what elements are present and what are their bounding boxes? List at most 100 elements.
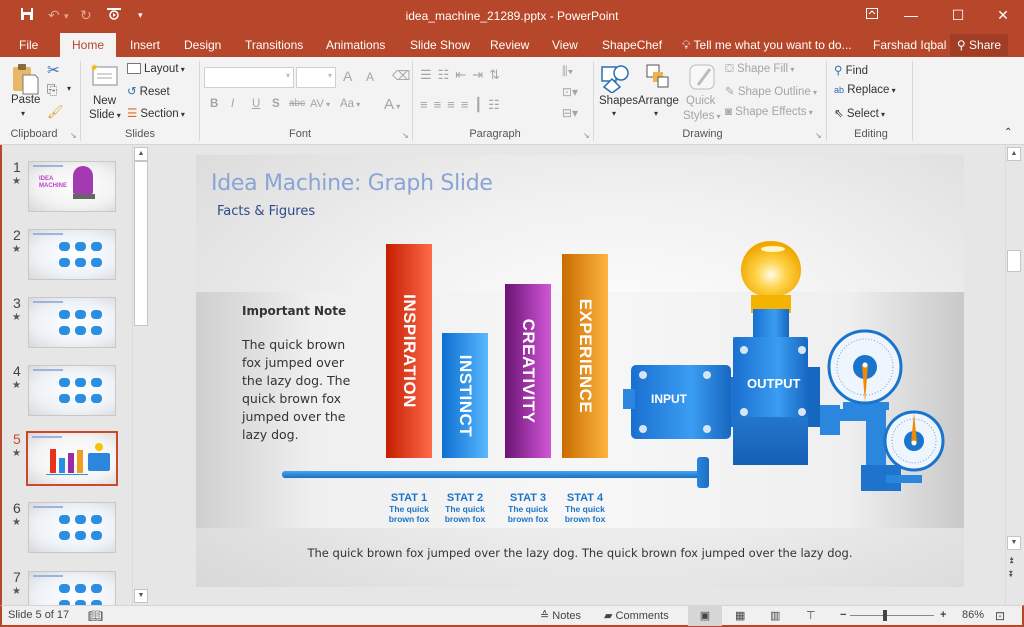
paste-button[interactable] — [11, 63, 39, 95]
zoom-percent[interactable]: 86% — [962, 609, 984, 621]
slide-show-button[interactable]: ⊤ — [806, 609, 816, 622]
slide-title[interactable]: Idea Machine: Graph Slide — [211, 171, 493, 196]
drawing-launcher-icon[interactable]: ↘ — [815, 131, 822, 140]
slide-thumbnail-1[interactable]: IDEA MACHINE — [28, 161, 116, 212]
tab-animations[interactable]: Animations — [320, 33, 391, 57]
find-button[interactable]: ⚲ Find — [834, 63, 868, 77]
tab-slide-show[interactable]: Slide Show — [404, 33, 476, 57]
bar-instinct[interactable]: INSTINCT — [442, 333, 488, 458]
note-body[interactable]: The quick brown fox jumped over the lazy… — [242, 336, 367, 444]
italic-button[interactable]: I — [231, 98, 234, 110]
copy-icon[interactable]: ⎘ — [47, 82, 57, 98]
font-color-button[interactable]: A ▾ — [384, 96, 400, 113]
font-size-input[interactable]: ▾ — [296, 67, 336, 88]
comments-button[interactable]: ▰ Comments — [604, 609, 669, 622]
maximize-button[interactable]: ☐ — [943, 4, 973, 26]
tab-review[interactable]: Review — [484, 33, 535, 57]
tab-file[interactable]: File — [13, 33, 44, 57]
reset-button[interactable]: ↺ Reset — [127, 84, 170, 98]
note-heading[interactable]: Important Note — [242, 304, 346, 318]
reading-view-button[interactable]: ▥ — [770, 609, 780, 622]
smartart-icon[interactable]: ⊟▾ — [562, 106, 578, 120]
arrange-dropdown-icon[interactable]: ▾ — [654, 109, 658, 118]
list-buttons[interactable]: ☰☷⇤⇥⇅ — [420, 67, 506, 83]
underline-button[interactable]: U — [252, 98, 260, 110]
slide-canvas[interactable]: Idea Machine: Graph Slide Facts & Figure… — [196, 155, 964, 587]
arrange-icon[interactable] — [645, 63, 671, 94]
notes-button[interactable]: ≙ Notes — [540, 609, 581, 622]
shapes-icon[interactable] — [600, 63, 630, 96]
stat-caption[interactable]: STAT 2 The quick brown fox — [435, 492, 495, 524]
bold-button[interactable]: B — [210, 98, 218, 110]
ribbon-display-options-icon[interactable] — [857, 4, 887, 26]
shapes-dropdown-icon[interactable]: ▾ — [612, 109, 616, 118]
layout-button[interactable]: Layout ▾ — [127, 63, 185, 75]
slide-sorter-button[interactable]: ▦ — [735, 609, 745, 622]
user-name[interactable]: Farshad Iqbal — [873, 33, 946, 57]
zoom-in-button[interactable]: + — [940, 609, 946, 621]
tab-shapechef[interactable]: ShapeChef — [596, 33, 668, 57]
zoom-slider-track[interactable] — [850, 615, 934, 616]
spell-check-icon[interactable]: 📖︎ — [88, 609, 103, 623]
format-painter-icon[interactable]: 🖌︎ — [47, 104, 64, 120]
scroll-up-button[interactable]: ▲ — [1007, 147, 1021, 161]
normal-view-button[interactable]: ▣ — [688, 606, 722, 626]
tell-me-search[interactable]: 💡︎ Tell me what you want to do... — [682, 33, 852, 57]
slide-thumbnail-6[interactable] — [28, 502, 116, 553]
shrink-font-button[interactable]: A — [366, 70, 374, 84]
section-button[interactable]: ☰ Section ▾ — [127, 106, 185, 120]
character-spacing-button[interactable]: AV ▾ — [310, 98, 330, 110]
slide-scrollbar[interactable]: ▲ ▼ ⏫︎ ⏬︎ — [1005, 145, 1022, 605]
slide-scroll-thumb[interactable] — [1007, 250, 1021, 272]
thumbnail-scrollbar[interactable]: ▲ ▼ — [132, 145, 148, 605]
new-slide-label-2[interactable]: Slide ▾ — [89, 109, 121, 121]
tab-home[interactable]: Home — [60, 33, 116, 57]
stat-caption[interactable]: STAT 4 The quick brown fox — [555, 492, 615, 524]
align-text-icon[interactable]: ⊡▾ — [562, 85, 578, 99]
zoom-out-button[interactable]: − — [840, 609, 846, 621]
shapes-label[interactable]: Shapes — [599, 95, 638, 107]
slide-caption[interactable]: The quick brown fox jumped over the lazy… — [196, 546, 964, 560]
scroll-up-button[interactable]: ▲ — [134, 147, 148, 161]
slide-thumbnail-2[interactable] — [28, 229, 116, 280]
share-button[interactable]: ⚲ Share — [950, 34, 1008, 56]
stat-caption[interactable]: STAT 1 The quick brown fox — [379, 492, 439, 524]
tab-view[interactable]: View — [546, 33, 584, 57]
paste-dropdown-icon[interactable]: ▾ — [21, 109, 25, 118]
arrange-label[interactable]: Arrange — [638, 95, 679, 107]
tab-insert[interactable]: Insert — [124, 33, 166, 57]
zoom-slider-thumb[interactable] — [883, 610, 887, 621]
cut-icon[interactable]: ✂ — [47, 61, 60, 79]
close-button[interactable]: ✕ — [988, 4, 1018, 26]
bar-inspiration[interactable]: INSPIRATION — [386, 244, 432, 458]
thumbnail-scroll-thumb[interactable] — [134, 161, 148, 326]
slide-thumbnail-3[interactable] — [28, 297, 116, 348]
clear-formatting-icon[interactable]: ⌫ — [392, 68, 410, 84]
font-launcher-icon[interactable]: ↘ — [402, 131, 409, 140]
font-name-input[interactable]: ▾ — [204, 67, 294, 88]
previous-slide-icon[interactable]: ⏫︎ — [1009, 555, 1014, 566]
text-direction-icon[interactable]: ⫼▾ — [562, 64, 573, 79]
clipboard-launcher-icon[interactable]: ↘ — [70, 131, 77, 140]
slide-thumbnail-4[interactable] — [28, 365, 116, 416]
strikethrough-button[interactable]: abc — [289, 98, 305, 109]
fit-slide-icon[interactable]: ⊡ — [995, 609, 1005, 623]
stat-caption[interactable]: STAT 3 The quick brown fox — [498, 492, 558, 524]
shape-effects-button[interactable]: ◙ Shape Effects ▾ — [725, 106, 813, 118]
slide-thumbnail-5[interactable] — [26, 431, 118, 486]
bar-experience[interactable]: EXPERIENCE — [562, 254, 608, 458]
collapse-ribbon-icon[interactable]: ⌃ — [1004, 127, 1012, 138]
select-button[interactable]: ⇖ Select ▾ — [834, 106, 885, 120]
replace-button[interactable]: ab Replace ▾ — [834, 84, 896, 96]
scroll-down-button[interactable]: ▼ — [1007, 536, 1021, 550]
next-slide-icon[interactable]: ⏬︎ — [1009, 569, 1014, 580]
scroll-down-button[interactable]: ▼ — [134, 589, 148, 603]
shape-outline-button[interactable]: ✎ Shape Outline ▾ — [725, 84, 817, 98]
new-slide-label[interactable]: New — [93, 95, 116, 107]
change-case-button[interactable]: Aa ▾ — [340, 98, 360, 110]
paragraph-launcher-icon[interactable]: ↘ — [583, 131, 590, 140]
quick-styles-label-2[interactable]: Styles ▾ — [683, 110, 721, 122]
shadow-button[interactable]: S — [272, 98, 280, 110]
bar-creativity[interactable]: CREATIVITY — [505, 284, 551, 458]
new-slide-icon[interactable]: ✷ — [90, 62, 118, 89]
